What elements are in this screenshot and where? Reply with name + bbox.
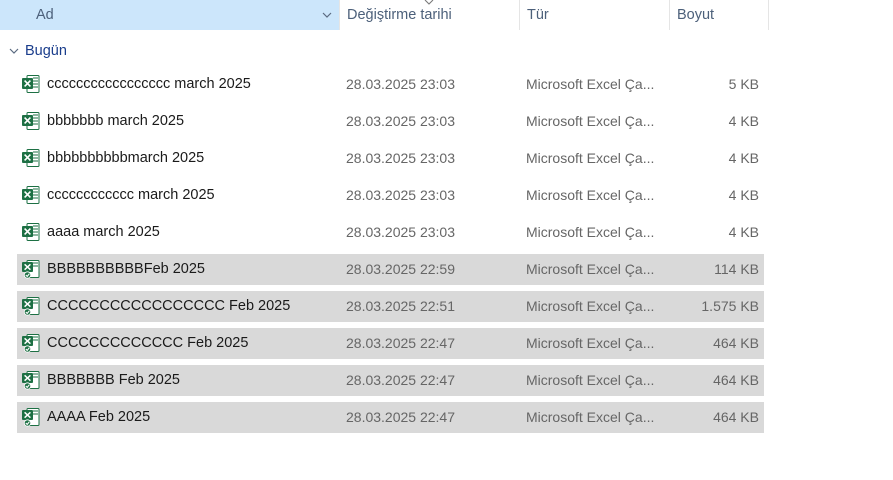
- file-size: 4 KB: [728, 150, 759, 166]
- file-modified-date: 28.03.2025 22:47: [346, 409, 455, 425]
- file-name: bbbbbbb march 2025: [47, 113, 185, 129]
- file-name: aaaa march 2025: [47, 224, 160, 240]
- excel-shared-icon: [21, 296, 41, 316]
- file-name: CCCCCCCCCCCCC Feb 2025: [47, 335, 249, 351]
- file-type: Microsoft Excel Ça...: [526, 224, 655, 240]
- column-header-type[interactable]: Tür: [519, 0, 669, 30]
- file-modified-date: 28.03.2025 22:47: [346, 335, 455, 351]
- file-name: bbbbbbbbbbmarch 2025: [47, 150, 205, 166]
- file-modified-date: 28.03.2025 22:59: [346, 261, 455, 277]
- file-name: BBBBBBB Feb 2025: [47, 372, 180, 388]
- file-row[interactable]: CCCCCCCCCCCCCCCCC Feb 2025 28.03.2025 22:…: [17, 291, 764, 322]
- file-size: 4 KB: [728, 113, 759, 129]
- column-header: Ad Değiştirme tarihi Tür Boyut: [0, 0, 769, 30]
- file-size: 464 KB: [713, 409, 759, 425]
- file-type: Microsoft Excel Ça...: [526, 335, 655, 351]
- file-size: 114 KB: [714, 261, 759, 277]
- file-row[interactable]: bbbbbbb march 2025 28.03.2025 23:03 Micros…: [17, 106, 764, 137]
- file-modified-date: 28.03.2025 23:03: [346, 187, 455, 203]
- file-name: BBBBBBBBBBFeb 2025: [47, 261, 205, 277]
- file-modified-date: 28.03.2025 23:03: [346, 224, 455, 240]
- file-type: Microsoft Excel Ça...: [526, 372, 655, 388]
- excel-icon: [21, 222, 41, 242]
- file-row[interactable]: BBBBBBBBBBFeb 2025 28.03.2025 22:59 Micros…: [17, 254, 764, 285]
- file-size: 4 KB: [728, 224, 759, 240]
- group-label: Bugün: [25, 43, 67, 59]
- file-modified-date: 28.03.2025 23:03: [346, 150, 455, 166]
- column-header-size[interactable]: Boyut: [669, 0, 769, 30]
- sort-descending-icon: [424, 0, 434, 5]
- file-type: Microsoft Excel Ça...: [526, 298, 655, 314]
- excel-icon: [21, 74, 41, 94]
- file-row[interactable]: CCCCCCCCCCCCC Feb 2025 28.03.2025 22:47 Mi…: [17, 328, 764, 359]
- file-type: Microsoft Excel Ça...: [526, 76, 655, 92]
- file-name: ccccccccccccccccc march 2025: [47, 76, 251, 92]
- file-row[interactable]: bbbbbbbbbbmarch 2025 28.03.2025 23:03 Micr…: [17, 143, 764, 174]
- excel-shared-icon: [21, 407, 41, 427]
- file-row[interactable]: cccccccccccc march 2025 28.03.2025 23:03 M…: [17, 180, 764, 211]
- file-size: 4 KB: [728, 187, 759, 203]
- file-type: Microsoft Excel Ça...: [526, 187, 655, 203]
- chevron-down-icon[interactable]: [7, 44, 21, 58]
- file-row[interactable]: ccccccccccccccccc march 2025 28.03.2025 2…: [17, 69, 764, 100]
- excel-icon: [21, 111, 41, 131]
- file-name: cccccccccccc march 2025: [47, 187, 215, 203]
- file-type: Microsoft Excel Ça...: [526, 113, 655, 129]
- file-row[interactable]: AAAA Feb 2025 28.03.2025 22:47 Microsoft E…: [17, 402, 764, 433]
- file-modified-date: 28.03.2025 23:03: [346, 113, 455, 129]
- file-row[interactable]: BBBBBBB Feb 2025 28.03.2025 22:47 Microsof…: [17, 365, 764, 396]
- file-type: Microsoft Excel Ça...: [526, 150, 655, 166]
- file-modified-date: 28.03.2025 23:03: [346, 76, 455, 92]
- column-header-name[interactable]: Ad: [0, 0, 339, 30]
- file-size: 464 KB: [713, 372, 759, 388]
- group-header-today[interactable]: Bugün: [0, 40, 67, 62]
- file-name: CCCCCCCCCCCCCCCCC Feb 2025: [47, 298, 291, 314]
- chevron-down-icon[interactable]: [320, 9, 334, 21]
- file-name: AAAA Feb 2025: [47, 409, 151, 425]
- file-modified-date: 28.03.2025 22:51: [346, 298, 455, 314]
- file-type: Microsoft Excel Ça...: [526, 409, 655, 425]
- file-row[interactable]: aaaa march 2025 28.03.2025 23:03 Microsoft…: [17, 217, 764, 248]
- excel-shared-icon: [21, 259, 41, 279]
- excel-icon: [21, 185, 41, 205]
- file-type: Microsoft Excel Ça...: [526, 261, 655, 277]
- excel-icon: [21, 148, 41, 168]
- excel-shared-icon: [21, 333, 41, 353]
- file-modified-date: 28.03.2025 22:47: [346, 372, 455, 388]
- excel-shared-icon: [21, 370, 41, 390]
- file-size: 464 KB: [713, 335, 759, 351]
- file-size: 5 KB: [728, 76, 759, 92]
- file-size: 1.575 KB: [701, 298, 759, 314]
